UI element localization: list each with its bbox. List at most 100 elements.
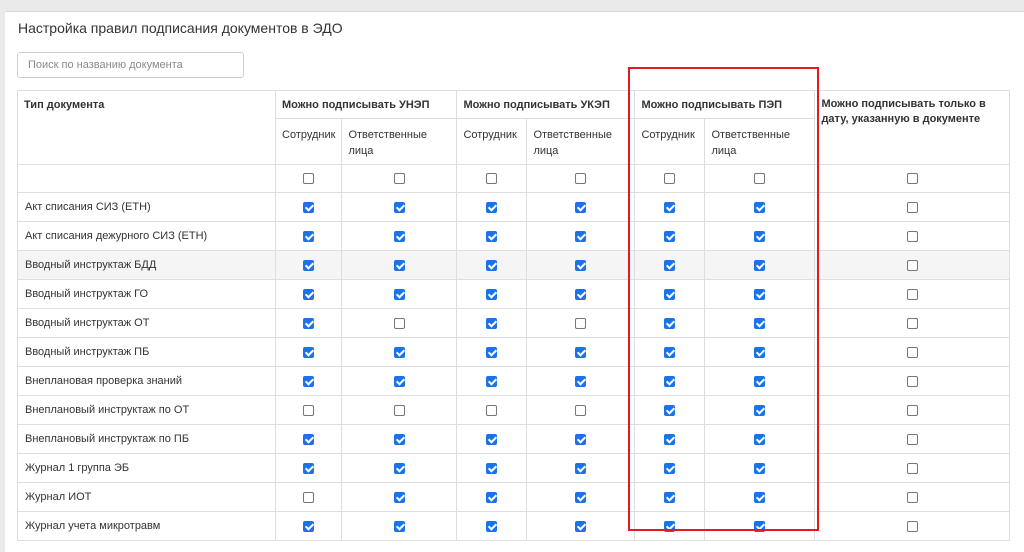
checkbox-ukep-employee[interactable] <box>486 173 498 185</box>
checkbox-unep-employee[interactable] <box>303 173 315 185</box>
checkbox-date-only[interactable] <box>906 520 918 532</box>
checkbox-pep-responsible[interactable] <box>754 375 766 387</box>
checkbox-date-only[interactable] <box>906 201 918 213</box>
checkbox-date-only[interactable] <box>906 346 918 358</box>
checkbox-unep-employee[interactable] <box>303 288 315 300</box>
checkbox-ukep-employee[interactable] <box>486 462 498 474</box>
checkbox-unep-employee[interactable] <box>303 230 315 242</box>
checkbox-pep-employee[interactable] <box>664 462 676 474</box>
checkbox-cell <box>704 395 816 425</box>
checkbox-date-only[interactable] <box>906 491 918 503</box>
checkbox-pep-responsible[interactable] <box>754 433 766 445</box>
checkbox-unep-employee[interactable] <box>303 462 315 474</box>
checkbox-pep-employee[interactable] <box>664 433 676 445</box>
checkbox-ukep-responsible[interactable] <box>575 259 587 271</box>
checkbox-unep-employee[interactable] <box>303 346 315 358</box>
checkbox-ukep-employee[interactable] <box>486 491 498 503</box>
checkbox-ukep-employee[interactable] <box>486 201 498 213</box>
checkbox-pep-responsible[interactable] <box>754 491 766 503</box>
checkbox-pep-employee[interactable] <box>664 491 676 503</box>
checkbox-unep-responsible[interactable] <box>393 462 405 474</box>
checkbox-ukep-responsible[interactable] <box>575 201 587 213</box>
checkbox-ukep-employee[interactable] <box>486 404 498 416</box>
checkbox-pep-responsible[interactable] <box>754 201 766 213</box>
checkbox-unep-responsible[interactable] <box>393 491 405 503</box>
checkbox-ukep-responsible[interactable] <box>575 173 587 185</box>
checkbox-unep-employee[interactable] <box>303 375 315 387</box>
doc-type-name: Акт списания дежурного СИЗ (ЕТН) <box>17 221 276 251</box>
checkbox-ukep-responsible[interactable] <box>575 404 587 416</box>
checkbox-ukep-responsible[interactable] <box>575 317 587 329</box>
checkbox-ukep-employee[interactable] <box>486 433 498 445</box>
checkbox-date-only[interactable] <box>906 173 918 185</box>
checkbox-unep-employee[interactable] <box>303 404 315 416</box>
checkbox-pep-responsible[interactable] <box>754 317 766 329</box>
checkbox-date-only[interactable] <box>906 288 918 300</box>
checkbox-ukep-employee[interactable] <box>486 520 498 532</box>
checkbox-ukep-employee[interactable] <box>486 346 498 358</box>
checkbox-pep-employee[interactable] <box>664 201 676 213</box>
checkbox-unep-responsible[interactable] <box>393 433 405 445</box>
checkbox-ukep-employee[interactable] <box>486 288 498 300</box>
checkbox-pep-responsible[interactable] <box>754 230 766 242</box>
checkbox-pep-employee[interactable] <box>664 230 676 242</box>
checkbox-unep-responsible[interactable] <box>393 288 405 300</box>
checkbox-pep-responsible[interactable] <box>754 520 766 532</box>
checkbox-pep-responsible[interactable] <box>754 346 766 358</box>
checkbox-date-only[interactable] <box>906 317 918 329</box>
checkbox-unep-employee[interactable] <box>303 201 315 213</box>
checkbox-pep-responsible[interactable] <box>754 259 766 271</box>
checkbox-unep-responsible[interactable] <box>393 375 405 387</box>
checkbox-unep-responsible[interactable] <box>393 230 405 242</box>
checkbox-pep-employee[interactable] <box>664 520 676 532</box>
checkbox-unep-responsible[interactable] <box>393 259 405 271</box>
checkbox-ukep-employee[interactable] <box>486 259 498 271</box>
checkbox-date-only[interactable] <box>906 230 918 242</box>
checkbox-cell <box>526 511 636 541</box>
checkbox-unep-responsible[interactable] <box>393 317 405 329</box>
checkbox-ukep-responsible[interactable] <box>575 375 587 387</box>
checkbox-date-only[interactable] <box>906 433 918 445</box>
checkbox-ukep-employee[interactable] <box>486 317 498 329</box>
checkbox-date-only[interactable] <box>906 404 918 416</box>
search-input[interactable] <box>17 52 244 78</box>
checkbox-unep-employee[interactable] <box>303 317 315 329</box>
checkbox-cell <box>814 395 1011 425</box>
checkbox-ukep-responsible[interactable] <box>575 346 587 358</box>
checkbox-pep-responsible[interactable] <box>754 288 766 300</box>
checkbox-ukep-responsible[interactable] <box>575 462 587 474</box>
checkbox-pep-employee[interactable] <box>664 173 676 185</box>
checkbox-unep-responsible[interactable] <box>393 173 405 185</box>
checkbox-ukep-responsible[interactable] <box>575 288 587 300</box>
checkbox-pep-employee[interactable] <box>664 375 676 387</box>
checkbox-unep-responsible[interactable] <box>393 520 405 532</box>
checkbox-pep-employee[interactable] <box>664 404 676 416</box>
checkbox-ukep-responsible[interactable] <box>575 230 587 242</box>
checkbox-unep-employee[interactable] <box>303 520 315 532</box>
checkbox-pep-employee[interactable] <box>664 346 676 358</box>
checkbox-unep-employee[interactable] <box>303 433 315 445</box>
checkbox-ukep-responsible[interactable] <box>575 520 587 532</box>
checkbox-unep-responsible[interactable] <box>393 201 405 213</box>
checkbox-pep-responsible[interactable] <box>754 462 766 474</box>
checkbox-date-only[interactable] <box>906 375 918 387</box>
checkbox-ukep-responsible[interactable] <box>575 491 587 503</box>
checkbox-pep-responsible[interactable] <box>754 173 766 185</box>
table-row: Вводный инструктаж ПБ <box>17 337 1011 367</box>
checkbox-cell <box>456 424 528 454</box>
checkbox-unep-employee[interactable] <box>303 491 315 503</box>
checkbox-ukep-employee[interactable] <box>486 375 498 387</box>
checkbox-ukep-employee[interactable] <box>486 230 498 242</box>
checkbox-pep-employee[interactable] <box>664 288 676 300</box>
checkbox-ukep-responsible[interactable] <box>575 433 587 445</box>
checkbox-cell <box>704 482 816 512</box>
checkbox-pep-responsible[interactable] <box>754 404 766 416</box>
checkbox-pep-employee[interactable] <box>664 317 676 329</box>
checkbox-unep-responsible[interactable] <box>393 346 405 358</box>
checkbox-unep-responsible[interactable] <box>393 404 405 416</box>
checkbox-cell <box>341 453 458 483</box>
checkbox-pep-employee[interactable] <box>664 259 676 271</box>
checkbox-date-only[interactable] <box>906 462 918 474</box>
checkbox-date-only[interactable] <box>906 259 918 271</box>
checkbox-unep-employee[interactable] <box>303 259 315 271</box>
